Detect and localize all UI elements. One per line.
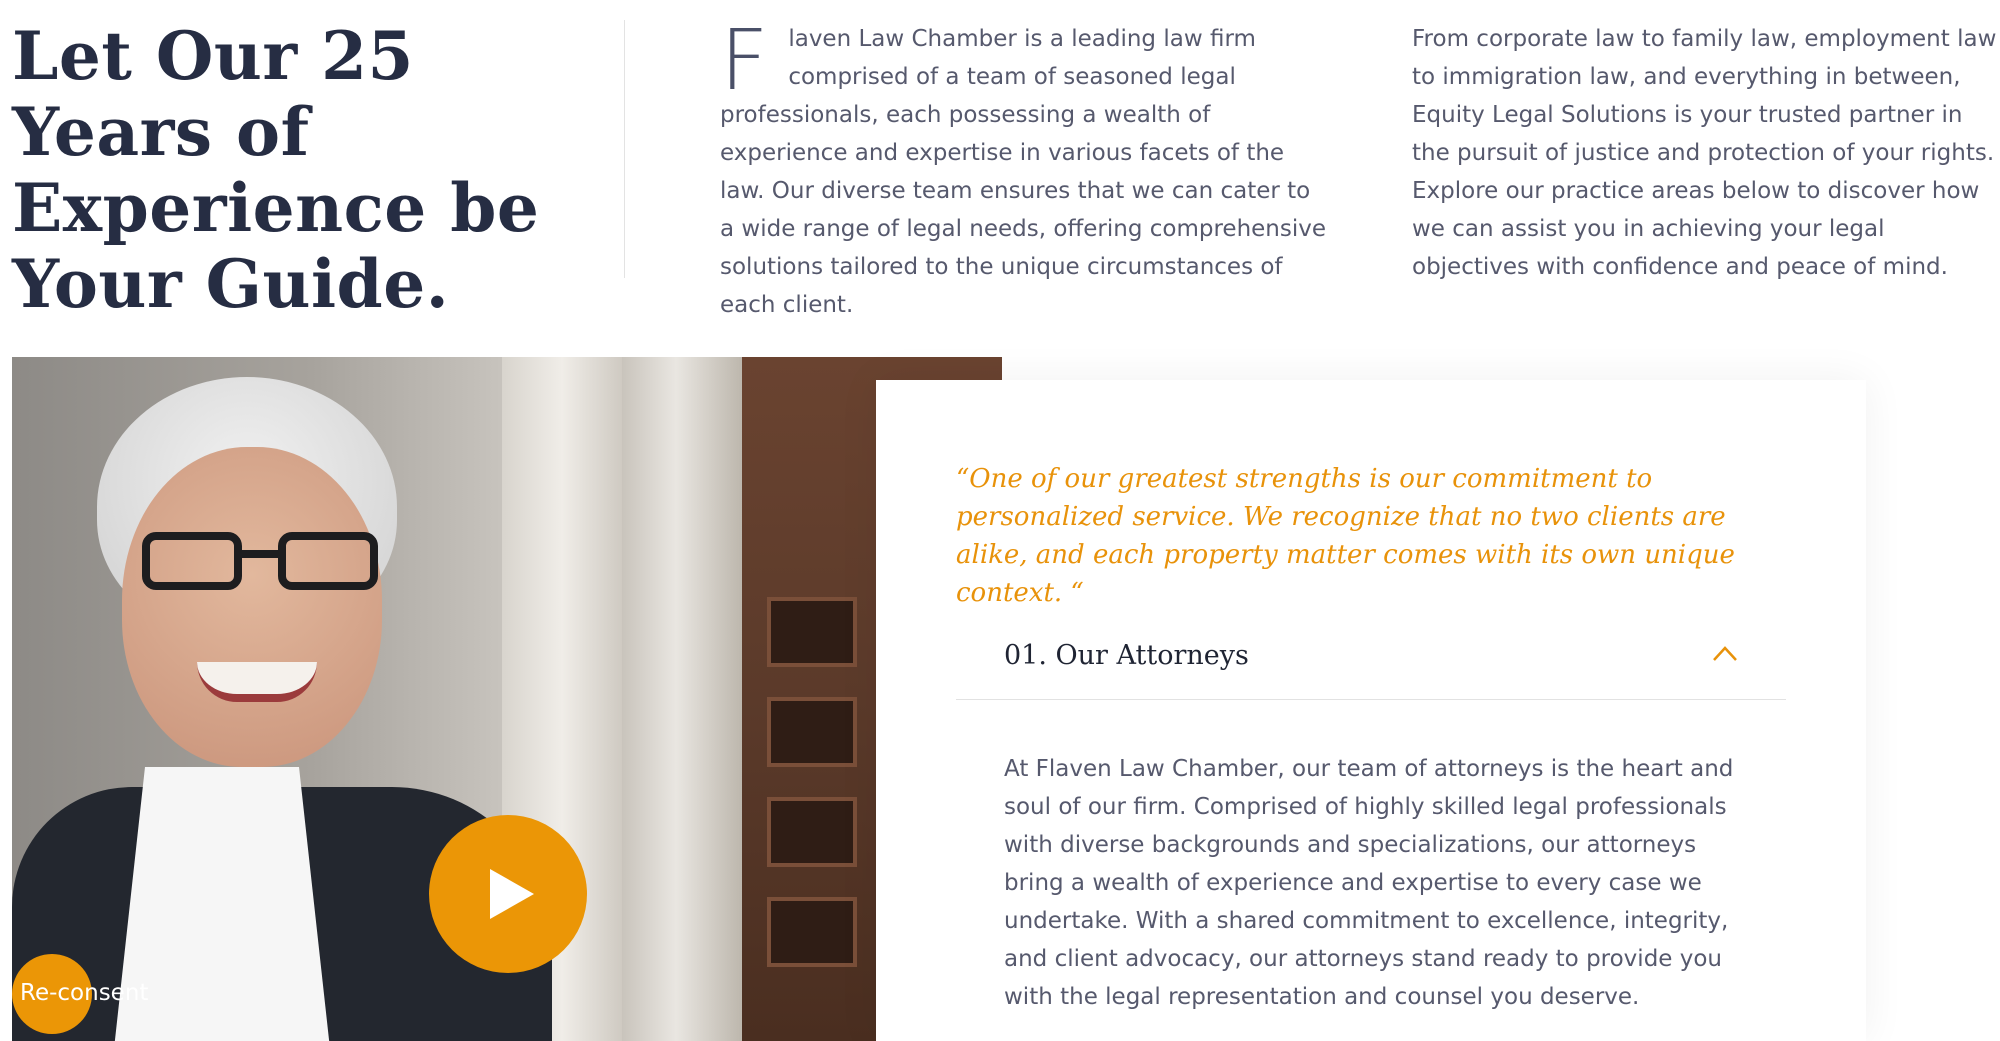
person-face xyxy=(122,447,382,767)
chevron-up-icon[interactable] xyxy=(1712,644,1738,662)
accordion-header-attorneys[interactable]: 01. Our Attorneys xyxy=(956,630,1786,700)
testimonial-quote: “One of our greatest strengths is our co… xyxy=(956,464,1735,608)
accordion-body: At Flaven Law Chamber, our team of attor… xyxy=(1004,756,1734,1010)
column-pillar xyxy=(622,357,742,1041)
page: Let Our 25 Years of Experience be Your G… xyxy=(0,0,2000,1041)
practice-card: “One of our greatest strengths is our co… xyxy=(876,380,1866,1041)
reconsent-label[interactable]: Re-consent xyxy=(20,980,148,1006)
vertical-divider xyxy=(624,20,625,278)
page-headline: Let Our 25 Years of Experience be Your G… xyxy=(12,17,540,323)
drop-cap: F xyxy=(720,11,769,109)
accordion-title[interactable]: 01. Our Attorneys xyxy=(1004,640,1249,671)
play-video-button[interactable] xyxy=(429,815,587,973)
intro-paragraph-1: F laven Law Chamber is a leading law fir… xyxy=(720,11,1330,324)
intro-paragraph-2: From corporate law to family law, employ… xyxy=(1412,26,1997,280)
intro-text-1: laven Law Chamber is a leading law firm … xyxy=(720,26,1327,318)
glasses xyxy=(142,532,382,594)
play-icon xyxy=(490,869,534,919)
